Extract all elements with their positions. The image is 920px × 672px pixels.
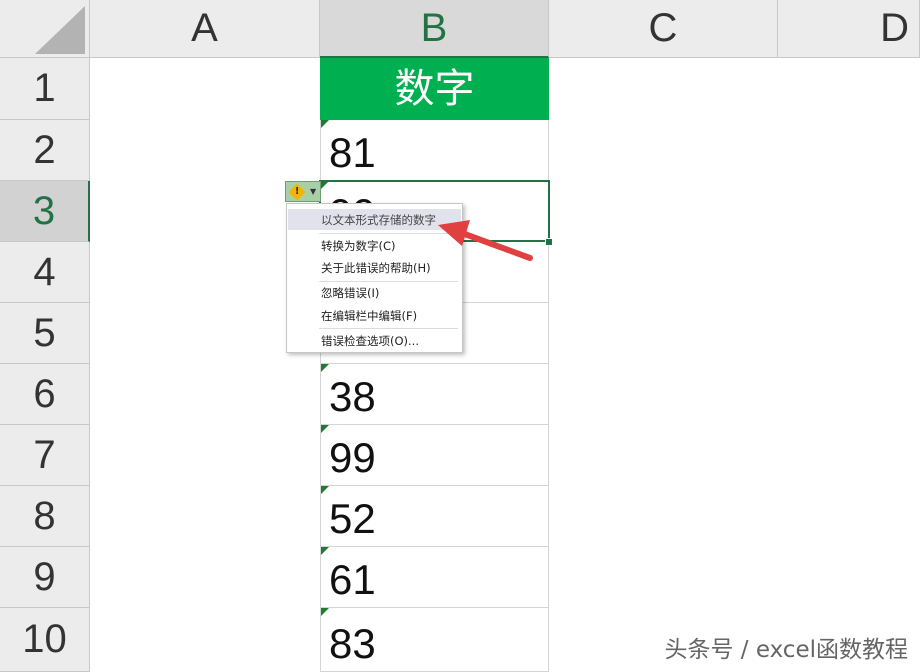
annotation-arrow-icon bbox=[438, 220, 533, 261]
watermark-text: 头条号 / excel函数教程 bbox=[664, 637, 908, 663]
